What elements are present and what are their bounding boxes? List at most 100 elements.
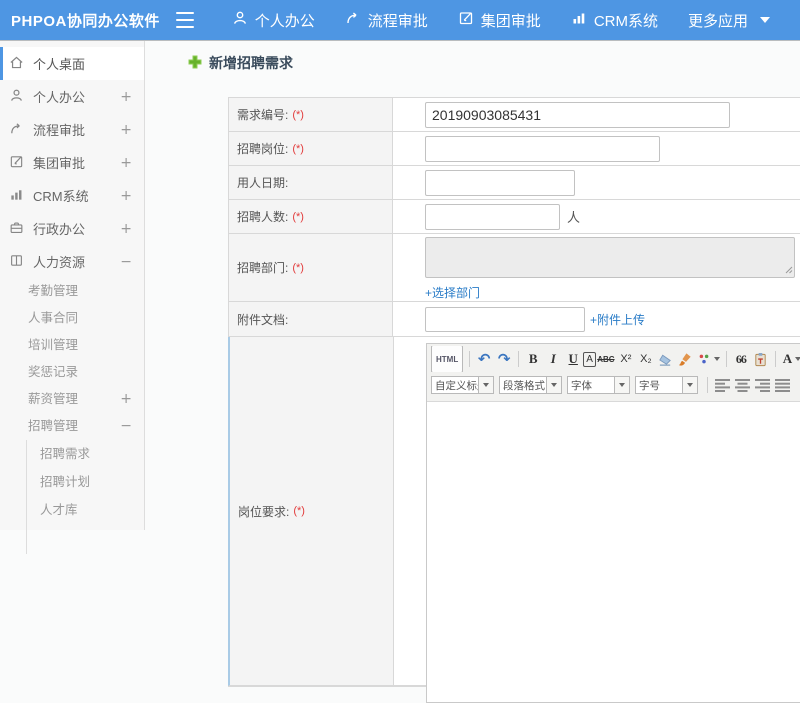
sidebar-item-workflow-approval[interactable]: 流程审批 +: [0, 113, 144, 146]
sidebar-subitem-salary[interactable]: 薪资管理 +: [0, 386, 144, 413]
required-marker: (*): [292, 210, 304, 223]
sidebar-subitem-hr-contract[interactable]: 人事合同: [0, 305, 144, 332]
department-textarea[interactable]: [425, 236, 795, 278]
top-navigation: 个人办公 流程审批 集团审批 CRM系统 更多应用: [232, 10, 800, 31]
topbar: PHPOA协同办公软件 个人办公 流程审批 集团审批 CRM系统 更多应用: [0, 0, 800, 41]
expand-plus-icon[interactable]: +: [120, 122, 132, 138]
color-palette-button[interactable]: [696, 349, 722, 369]
demand-number-input[interactable]: [425, 101, 730, 128]
underline-button[interactable]: U: [563, 349, 583, 369]
caret-down-icon: [615, 376, 630, 394]
field-label: 用人日期:: [237, 176, 289, 190]
headcount-unit: 人: [567, 210, 581, 225]
expand-plus-icon[interactable]: +: [120, 221, 132, 237]
undo-button[interactable]: ↶: [474, 349, 494, 369]
sidebar-subitem-recruit-demand[interactable]: 招聘需求: [27, 440, 144, 468]
attachment-input[interactable]: [425, 306, 585, 332]
person-icon: [232, 10, 255, 30]
nav-group-approval[interactable]: 集团审批: [458, 10, 541, 31]
form-row-hire-date: 用人日期:: [229, 166, 800, 200]
nav-workflow-approval[interactable]: 流程审批: [345, 10, 428, 31]
bar-chart-icon: [9, 187, 33, 205]
person-icon: [9, 88, 33, 106]
hire-date-input[interactable]: [425, 169, 575, 196]
required-marker: (*): [292, 142, 304, 155]
sidebar-item-personal-office[interactable]: 个人办公 +: [0, 80, 144, 113]
sidebar-subitem-rewards[interactable]: 奖惩记录: [0, 359, 144, 386]
menu-toggle-icon[interactable]: [175, 12, 194, 28]
blockquote-button[interactable]: 66: [731, 349, 751, 369]
collapse-minus-icon[interactable]: −: [120, 254, 132, 270]
home-icon: [9, 55, 33, 73]
sidebar-item-human-resources[interactable]: 人力资源 −: [0, 245, 144, 278]
paragraph-format-dropdown[interactable]: 段落格式: [499, 376, 562, 394]
field-label: 岗位要求:: [238, 504, 290, 519]
expand-plus-icon[interactable]: +: [120, 386, 132, 413]
expand-plus-icon[interactable]: +: [120, 155, 132, 171]
bold-button[interactable]: B: [523, 349, 543, 369]
caret-down-icon: [714, 357, 721, 361]
sidebar-subitem-talent-pool[interactable]: 人才库: [27, 496, 144, 524]
font-color-button[interactable]: A: [780, 349, 800, 369]
field-label: 招聘部门:: [237, 261, 289, 275]
collapse-minus-icon[interactable]: −: [120, 413, 132, 440]
attachment-upload-link[interactable]: +附件上传: [590, 311, 645, 328]
font-size-dropdown[interactable]: 字号: [635, 376, 698, 394]
strikethrough-button[interactable]: ABC: [596, 349, 616, 369]
nav-more-apps[interactable]: 更多应用: [688, 10, 770, 31]
hr-submenu: 考勤管理 人事合同 培训管理 奖惩记录 薪资管理 + 招聘管理 − 招聘需求 招聘计…: [0, 278, 144, 554]
sidebar-item-personal-desktop[interactable]: 个人桌面: [0, 47, 144, 80]
sidebar-item-crm-system[interactable]: CRM系统 +: [0, 179, 144, 212]
editor-content-area[interactable]: [427, 402, 800, 702]
align-center-button[interactable]: [732, 375, 752, 395]
redo-button[interactable]: ↷: [494, 349, 514, 369]
required-marker: (*): [292, 108, 304, 121]
expand-plus-icon[interactable]: +: [120, 89, 132, 105]
flow-arrow-icon: [9, 121, 33, 139]
form-row-attachment: 附件文档: +附件上传: [229, 302, 800, 337]
sidebar-subitem-attendance[interactable]: 考勤管理: [0, 278, 144, 305]
rich-text-editor: HTML ↶ ↷ B I U A ABC X² X₂ 66 A 自定义标 段落格…: [426, 343, 800, 703]
form-row-demand-number: 需求编号: (*): [229, 98, 800, 132]
form-row-department: 招聘部门: (*) +选择部门: [229, 234, 800, 302]
eraser-button[interactable]: [656, 349, 676, 369]
font-style-button[interactable]: A: [583, 351, 596, 367]
edit-square-icon: [458, 10, 481, 30]
superscript-button[interactable]: X²: [616, 349, 636, 369]
field-label: 招聘人数:: [237, 210, 289, 224]
position-input[interactable]: [425, 135, 660, 162]
align-right-button[interactable]: [752, 375, 772, 395]
paste-button[interactable]: [751, 349, 771, 369]
edit-square-icon: [9, 154, 33, 172]
html-source-button[interactable]: HTML: [431, 346, 464, 372]
book-icon: [9, 253, 33, 271]
resize-handle-icon[interactable]: [785, 263, 793, 277]
expand-plus-icon[interactable]: +: [120, 188, 132, 204]
align-left-button[interactable]: [712, 375, 732, 395]
caret-down-icon: [683, 376, 698, 394]
subscript-button[interactable]: X₂: [636, 349, 656, 369]
font-family-dropdown[interactable]: 字体: [567, 376, 630, 394]
recruitment-submenu: 招聘需求 招聘计划 人才库: [26, 440, 144, 554]
sidebar-subitem-recruitment[interactable]: 招聘管理 −: [0, 413, 144, 440]
nav-personal-office[interactable]: 个人办公: [232, 10, 315, 31]
custom-title-dropdown[interactable]: 自定义标题: [431, 376, 494, 394]
sidebar-item-group-approval[interactable]: 集团审批 +: [0, 146, 144, 179]
editor-toolbar: HTML ↶ ↷ B I U A ABC X² X₂ 66 A 自定义标 段落格…: [427, 344, 800, 402]
sidebar-subitem-training[interactable]: 培训管理: [0, 332, 144, 359]
sidebar-subitem-recruit-plan[interactable]: 招聘计划: [27, 468, 144, 496]
field-label: 招聘岗位:: [237, 142, 289, 156]
italic-button[interactable]: I: [543, 349, 563, 369]
caret-down-icon: [760, 17, 770, 23]
headcount-input[interactable]: [425, 203, 560, 230]
recruitment-demand-form: 需求编号:(*) 招聘岗位:(*) 用人日期: 招聘人数:(*) 人 招聘部门:…: [228, 97, 800, 703]
select-department-link[interactable]: +选择部门: [425, 284, 480, 301]
form-row-headcount: 招聘人数: (*) 人: [229, 200, 800, 234]
field-label: 附件文档:: [237, 312, 289, 327]
nav-crm-system[interactable]: CRM系统: [571, 10, 658, 31]
app-logo: PHPOA协同办公软件: [11, 12, 160, 30]
format-brush-button[interactable]: [676, 349, 696, 369]
form-row-position: 招聘岗位: (*): [229, 132, 800, 166]
sidebar-item-admin-office[interactable]: 行政办公 +: [0, 212, 144, 245]
align-justify-button[interactable]: [772, 375, 792, 395]
